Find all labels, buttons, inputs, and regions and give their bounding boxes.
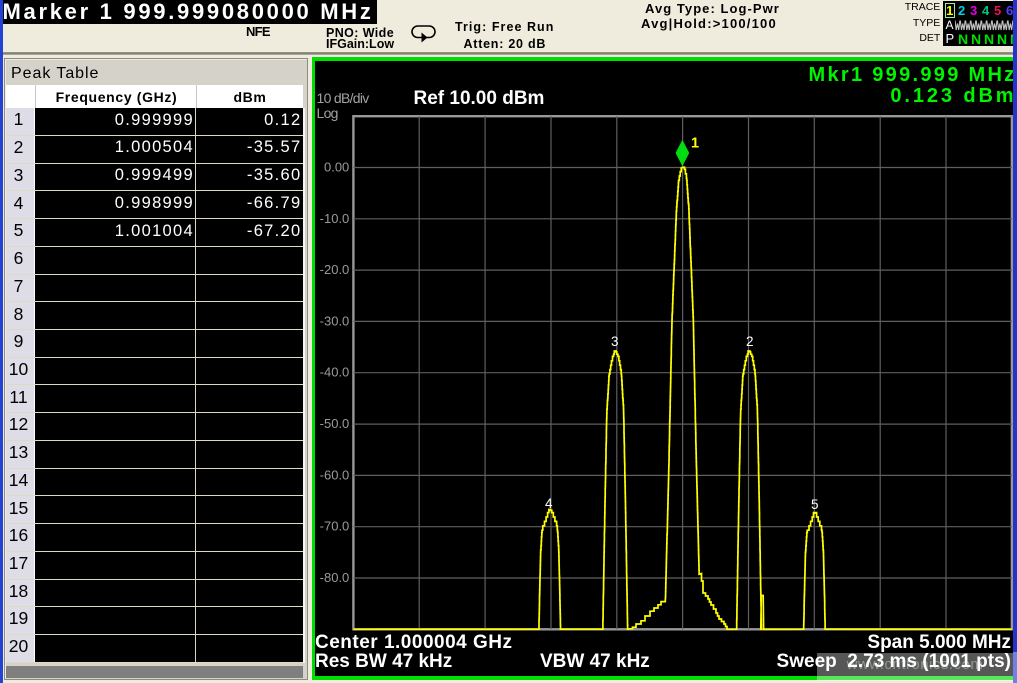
svg-text:-60.0: -60.0 [320,467,350,482]
svg-text:0.00: 0.00 [324,160,349,175]
svg-text:-10.0: -10.0 [320,211,350,226]
svg-text:-80.0: -80.0 [320,570,350,585]
svg-text:-40.0: -40.0 [320,365,350,380]
svg-text:1: 1 [691,135,699,151]
svg-text:-20.0: -20.0 [320,262,350,277]
svg-text:-30.0: -30.0 [320,313,350,328]
svg-text:-70.0: -70.0 [320,519,350,534]
svg-text:-50.0: -50.0 [320,416,350,431]
